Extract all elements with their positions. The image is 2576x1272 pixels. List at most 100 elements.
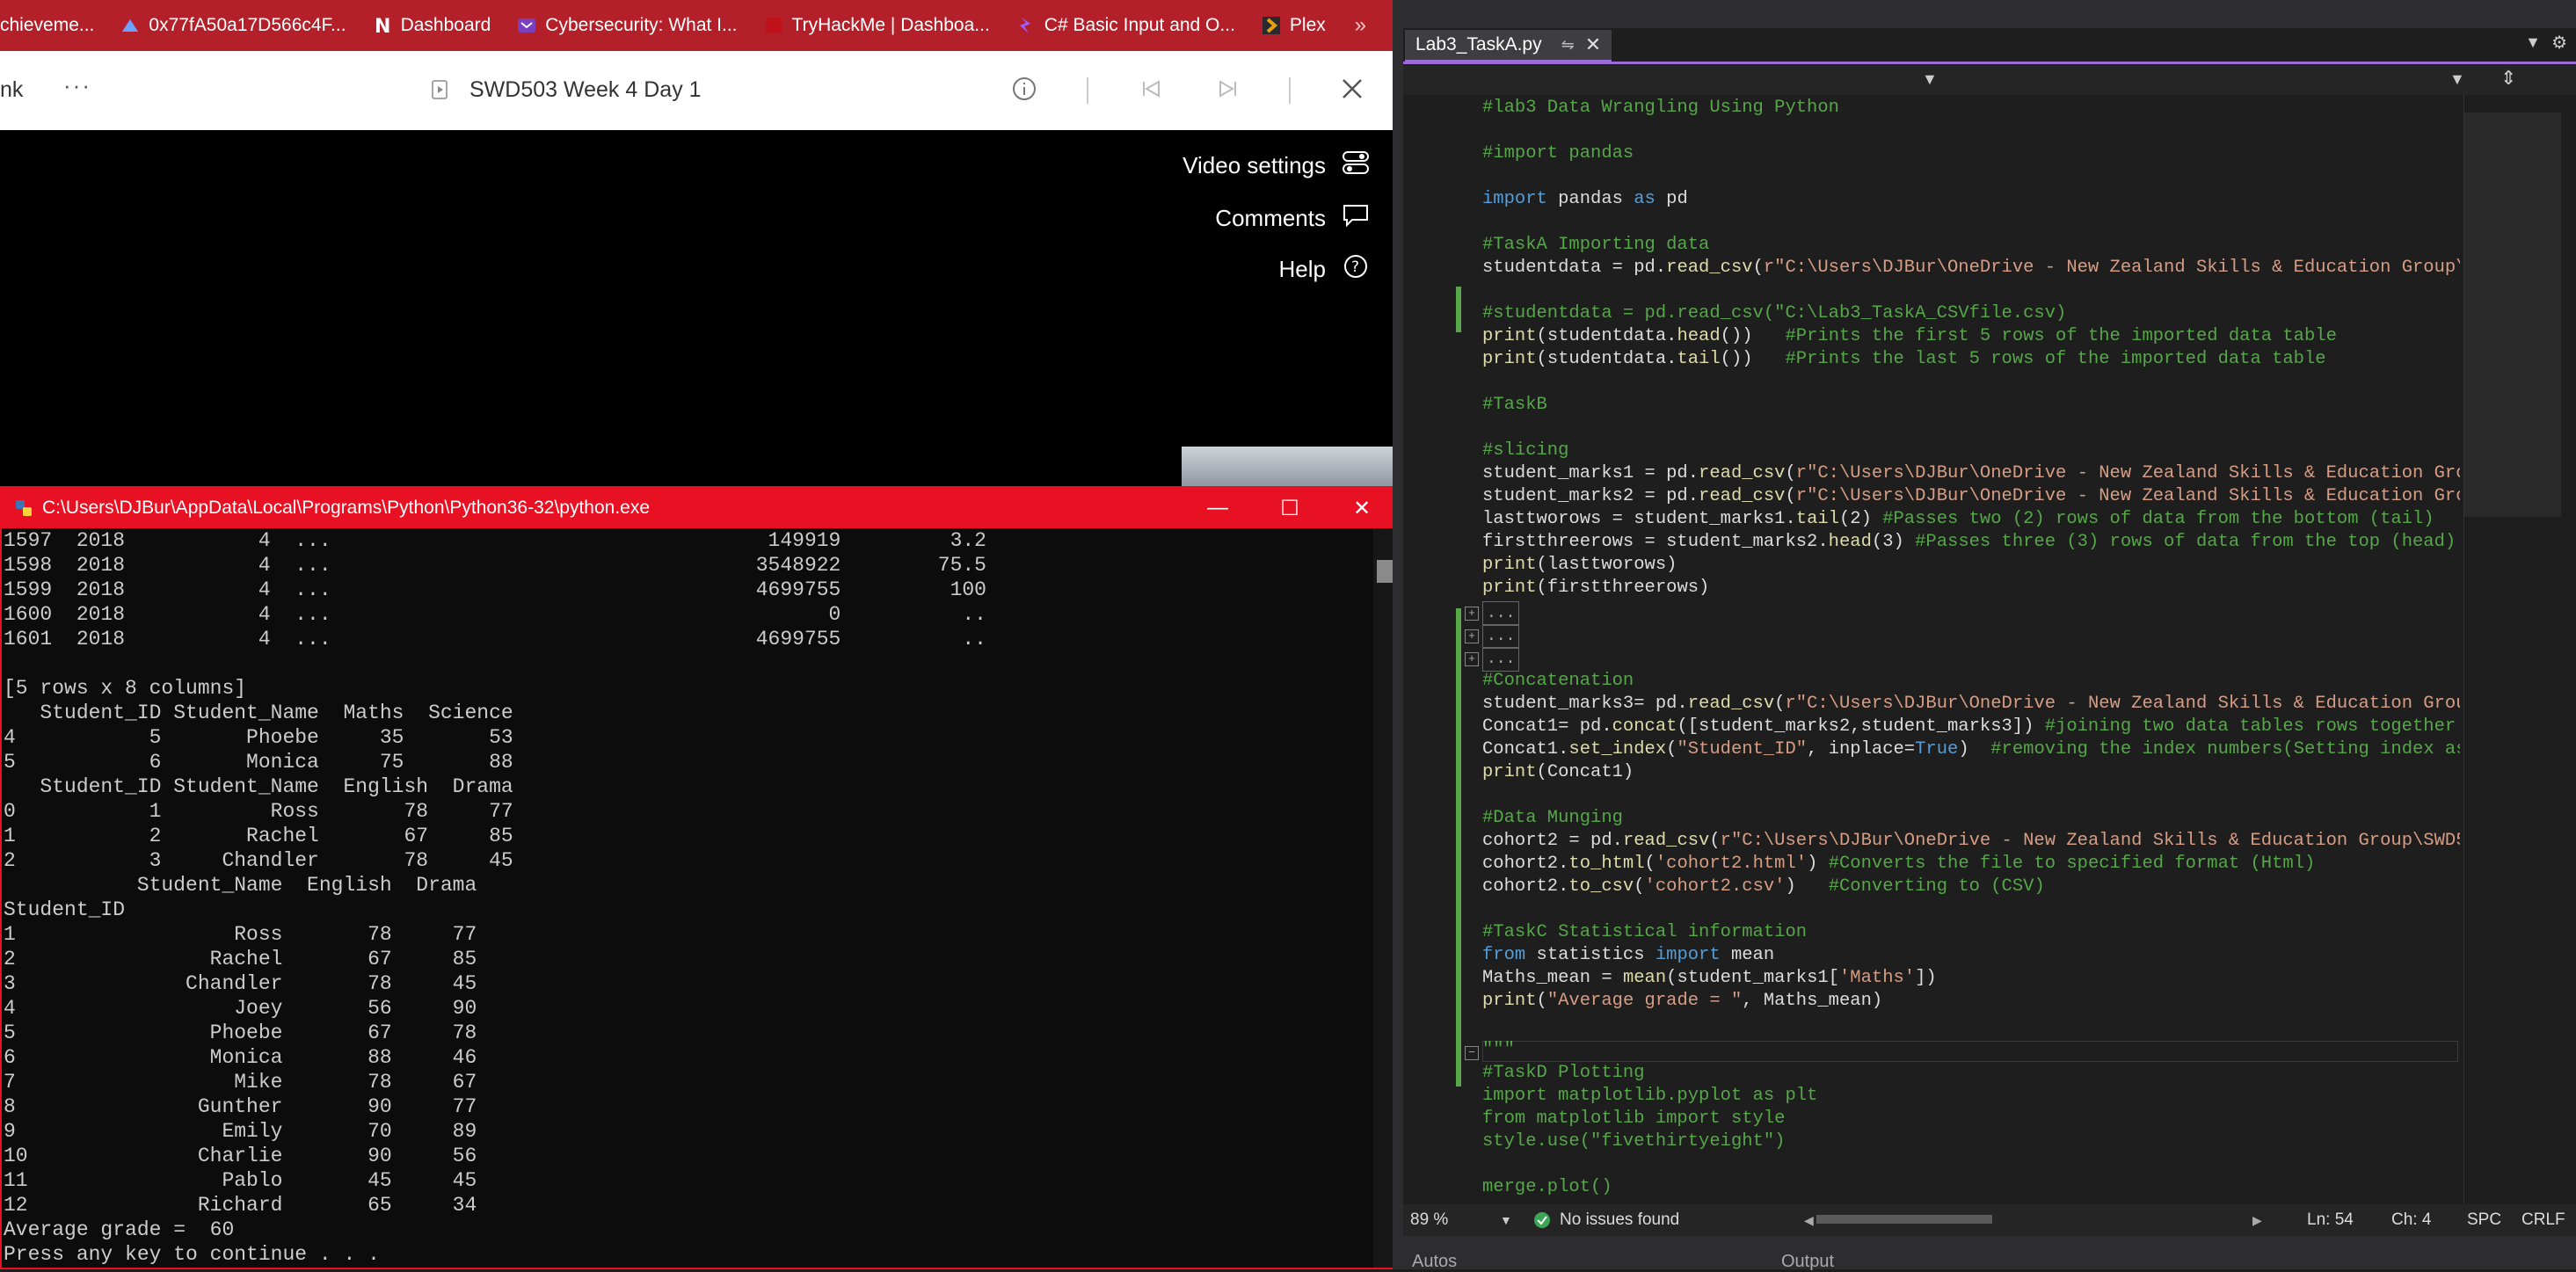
close-tab-icon[interactable]: ✕ bbox=[1585, 33, 1601, 56]
console-line: 1 2 Rachel 67 85 bbox=[4, 825, 513, 847]
code-line: #import pandas bbox=[1482, 143, 1634, 164]
video-header: nk ··· SWD503 Week 4 Day 1 bbox=[0, 51, 1393, 130]
expand-icon[interactable]: + bbox=[1465, 652, 1479, 666]
console-line: 2 3 Chandler 78 45 bbox=[4, 849, 513, 872]
bookmark-item[interactable]: Cybersecurity: What I... bbox=[517, 15, 738, 36]
scroll-right-icon[interactable]: ▶ bbox=[2252, 1213, 2262, 1228]
code-editor: Lab3_TaskA.py ⇋ ✕ ▼ ⚙ ▼ ▼ ⇕ #lab3 Data W… bbox=[1403, 0, 2576, 1271]
code-minimap[interactable] bbox=[2463, 95, 2561, 1204]
change-indicator bbox=[1456, 287, 1461, 332]
console-line: 1599 2018 4 ... 4699755 100 bbox=[4, 578, 986, 601]
console-line: 8 Gunther 90 77 bbox=[4, 1095, 477, 1118]
code-line: print(Concat1) bbox=[1482, 762, 1634, 782]
maximize-button[interactable]: ☐ bbox=[1254, 496, 1326, 521]
console-output: 1597 2018 4 ... 149919 3.2 1598 2018 4 ..… bbox=[2, 528, 1375, 1268]
code-line: cohort2 = pd.read_csv(r"C:\Users\DJBur\O… bbox=[1482, 831, 2460, 851]
collapse-icon[interactable]: − bbox=[1465, 1046, 1479, 1060]
code-line: student_marks2 = pd.read_csv(r"C:\Users\… bbox=[1482, 486, 2460, 506]
tab-dropdown-icon[interactable]: ▼ bbox=[2525, 33, 2541, 52]
issues-indicator[interactable]: No issues found bbox=[1560, 1210, 1679, 1230]
console-line: 1600 2018 4 ... 0 .. bbox=[4, 603, 986, 626]
bookmark-item[interactable]: TryHackMe | Dashboa... bbox=[764, 15, 990, 36]
code-line: """ bbox=[1482, 1040, 1515, 1060]
bookmark-item[interactable]: C# Basic Input and O... bbox=[1016, 15, 1235, 36]
code-line: lasttworows = student_marks1.tail(2) #Pa… bbox=[1482, 509, 2434, 529]
console-line: 1597 2018 4 ... 149919 3.2 bbox=[4, 529, 986, 552]
console-line: Student_ID Student_Name English Drama bbox=[4, 775, 513, 798]
scroll-left-icon[interactable]: ◀ bbox=[1804, 1213, 1814, 1228]
collapsed-region[interactable]: ... bbox=[1482, 624, 1520, 649]
code-line: #studentdata = pd.read_csv("C:\Lab3_Task… bbox=[1482, 303, 2067, 323]
tab-lab3-taska[interactable]: Lab3_TaskA.py ⇋ ✕ bbox=[1405, 30, 1612, 63]
bookmark-label: chieveme... bbox=[0, 15, 95, 35]
gear-icon[interactable]: ⚙ bbox=[2551, 32, 2567, 54]
more-options-button[interactable]: ··· bbox=[63, 72, 91, 99]
bookmark-label: Dashboard bbox=[400, 15, 491, 35]
video-settings-item[interactable]: Video settings bbox=[1182, 149, 1370, 182]
code-text-area[interactable]: #lab3 Data Wrangling Using Python #impor… bbox=[1403, 95, 2460, 1204]
bookmarks-overflow-button[interactable]: » bbox=[1355, 13, 1366, 38]
zoom-level[interactable]: 89 % bbox=[1410, 1210, 1448, 1230]
column-number: Ch: 4 bbox=[2391, 1210, 2432, 1229]
split-editor-icon[interactable]: ⇕ bbox=[2500, 67, 2516, 89]
expand-icon[interactable]: + bbox=[1465, 629, 1479, 643]
console-line: 7 Mike 78 67 bbox=[4, 1071, 477, 1094]
help-item[interactable]: Help ? bbox=[1279, 253, 1370, 286]
editor-title-strip bbox=[1403, 0, 2576, 28]
console-line: 11 Pablo 45 45 bbox=[4, 1169, 477, 1192]
plex-icon bbox=[1262, 16, 1281, 35]
editor-vertical-scrollbar[interactable] bbox=[2562, 95, 2576, 1204]
code-line: #TaskB bbox=[1482, 395, 1547, 415]
info-icon[interactable] bbox=[1011, 76, 1037, 108]
console-line: Student_ID Student_Name Maths Science bbox=[4, 701, 513, 724]
bottom-panel: Autos Output bbox=[1403, 1236, 2576, 1271]
python-icon bbox=[14, 498, 33, 518]
collapsed-region[interactable]: ... bbox=[1482, 647, 1520, 672]
code-line: from matplotlib import style bbox=[1482, 1108, 1786, 1129]
console-line: Student_Name English Drama bbox=[4, 874, 477, 897]
member-dropdown-icon[interactable]: ▼ bbox=[2449, 70, 2465, 90]
minimize-button[interactable]: — bbox=[1182, 496, 1254, 521]
code-line: #slicing bbox=[1482, 440, 1569, 461]
code-line: cohort2.to_csv('cohort2.csv') #Convertin… bbox=[1482, 876, 2045, 897]
bookmark-item[interactable]: Plex bbox=[1262, 15, 1326, 36]
pin-icon[interactable]: ⇋ bbox=[1561, 36, 1575, 55]
bookmark-item[interactable]: chieveme... bbox=[0, 15, 94, 36]
divider bbox=[1289, 77, 1291, 104]
scope-dropdown-icon[interactable]: ▼ bbox=[1922, 70, 1938, 90]
zoom-dropdown-icon[interactable]: ▼ bbox=[1500, 1213, 1512, 1227]
comments-item[interactable]: Comments bbox=[1215, 202, 1370, 235]
bookmark-item[interactable]: 0x77fA50a17D566c4F... bbox=[120, 15, 346, 36]
close-button[interactable]: ✕ bbox=[1326, 496, 1398, 521]
code-line: from statistics import mean bbox=[1482, 945, 1775, 965]
video-file-icon bbox=[431, 80, 450, 99]
code-line: print(studentdata.head()) #Prints the fi… bbox=[1482, 326, 2337, 346]
next-icon[interactable] bbox=[1215, 76, 1240, 108]
indent-mode[interactable]: SPC bbox=[2467, 1210, 2501, 1230]
video-title: SWD503 Week 4 Day 1 bbox=[469, 77, 702, 102]
bookmark-item[interactable]: N Dashboard bbox=[373, 15, 491, 38]
console-line: [5 rows x 8 columns] bbox=[4, 677, 247, 700]
console-title-bar[interactable]: C:\Users\DJBur\AppData\Local\Programs\Py… bbox=[2, 488, 1398, 528]
console-line: 10 Charlie 90 56 bbox=[4, 1145, 477, 1167]
code-line: import matplotlib.pyplot as plt bbox=[1482, 1086, 1818, 1106]
tryhackme-icon bbox=[764, 16, 783, 35]
divider bbox=[1087, 77, 1088, 104]
comment-icon bbox=[1342, 202, 1370, 235]
previous-icon[interactable] bbox=[1139, 76, 1164, 108]
tab-label: Lab3_TaskA.py bbox=[1415, 34, 1542, 55]
window-splitter bbox=[1393, 0, 1403, 1269]
expand-icon[interactable]: + bbox=[1465, 607, 1479, 621]
code-line: #TaskC Statistical information bbox=[1482, 922, 1808, 942]
bookmark-label: 0x77fA50a17D566c4F... bbox=[149, 15, 346, 35]
editor-horizontal-scrollbar[interactable] bbox=[1816, 1215, 1992, 1224]
line-ending[interactable]: CRLF bbox=[2521, 1210, 2565, 1230]
code-line: print(lasttworows) bbox=[1482, 555, 1677, 575]
collapsed-region[interactable]: ... bbox=[1482, 601, 1520, 626]
course-icon bbox=[517, 16, 536, 35]
help-label: Help bbox=[1278, 256, 1326, 282]
console-window[interactable]: C:\Users\DJBur\AppData\Local\Programs\Py… bbox=[0, 486, 1400, 1269]
close-icon[interactable] bbox=[1340, 76, 1364, 108]
video-player[interactable]: Video settings Comments Help ? bbox=[0, 130, 1393, 489]
console-line: Student_ID bbox=[4, 898, 126, 921]
